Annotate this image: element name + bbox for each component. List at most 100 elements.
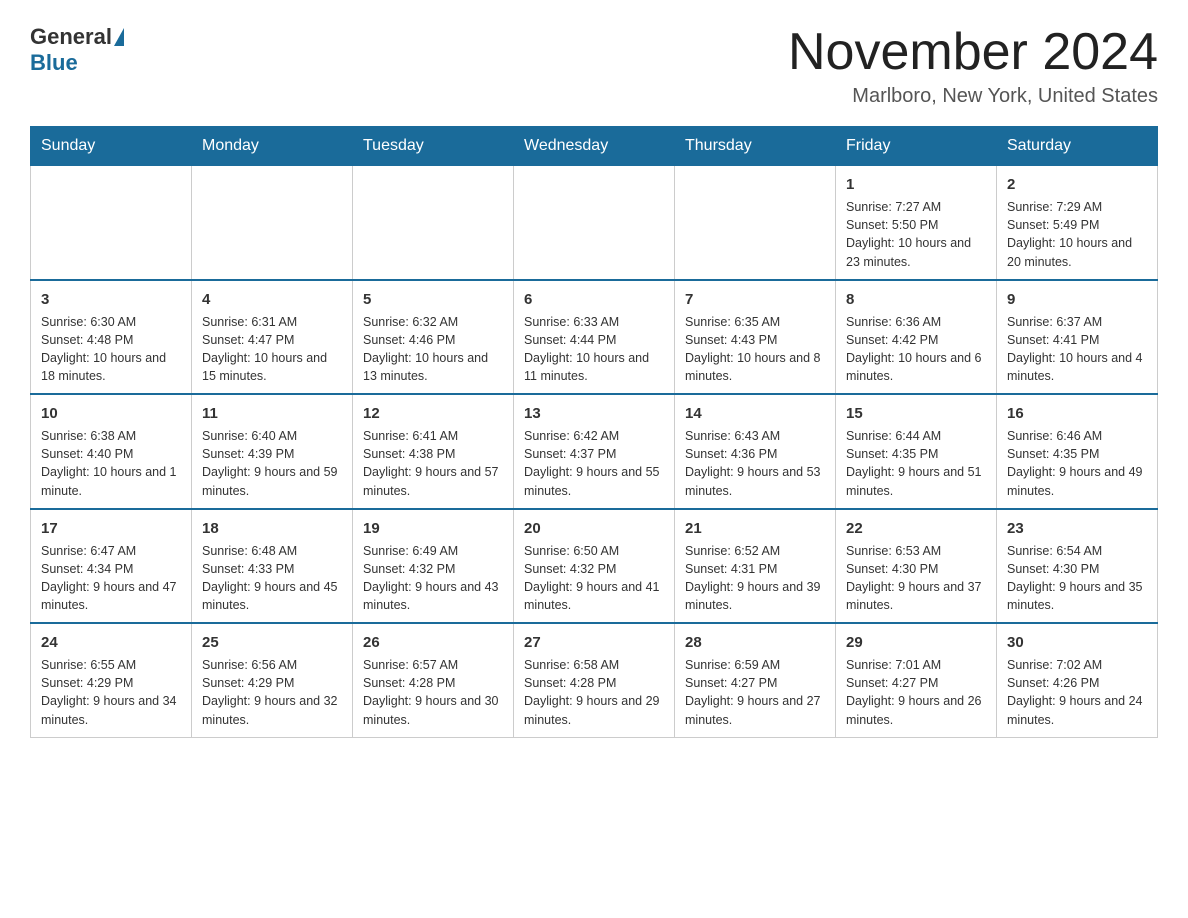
day-number: 7 [685, 289, 825, 310]
calendar-cell: 13 Sunrise: 6:42 AM Sunset: 4:37 PM Dayli… [514, 394, 675, 509]
day-info: Sunrise: 6:35 AM Sunset: 4:43 PM Dayligh… [685, 313, 825, 386]
day-number: 22 [846, 518, 986, 539]
day-info: Sunrise: 6:54 AM Sunset: 4:30 PM Dayligh… [1007, 542, 1147, 615]
calendar-cell: 20 Sunrise: 6:50 AM Sunset: 4:32 PM Dayli… [514, 509, 675, 624]
weekday-header-saturday: Saturday [997, 127, 1158, 166]
day-number: 17 [41, 518, 181, 539]
day-info: Sunrise: 7:27 AM Sunset: 5:50 PM Dayligh… [846, 198, 986, 271]
day-number: 1 [846, 174, 986, 195]
calendar-cell: 18Sunrise: 6:48 AM Sunset: 4:33 PM Dayli… [192, 509, 353, 624]
calendar-cell: 17 Sunrise: 6:47 AM Sunset: 4:34 PM Dayli… [31, 509, 192, 624]
day-number: 18 [202, 518, 342, 539]
weekday-header-tuesday: Tuesday [353, 127, 514, 166]
day-info: Sunrise: 6:41 AM Sunset: 4:38 PM Dayligh… [363, 427, 503, 500]
calendar-cell: 16 Sunrise: 6:46 AM Sunset: 4:35 PM Dayli… [997, 394, 1158, 509]
calendar-cell: 12 Sunrise: 6:41 AM Sunset: 4:38 PM Dayli… [353, 394, 514, 509]
day-number: 26 [363, 632, 503, 653]
calendar-cell: 14 Sunrise: 6:43 AM Sunset: 4:36 PM Dayli… [675, 394, 836, 509]
day-info: Sunrise: 6:32 AM Sunset: 4:46 PM Dayligh… [363, 313, 503, 386]
day-number: 12 [363, 403, 503, 424]
day-number: 13 [524, 403, 664, 424]
calendar-cell: 28 Sunrise: 6:59 AM Sunset: 4:27 PM Dayli… [675, 623, 836, 737]
day-info: Sunrise: 6:58 AM Sunset: 4:28 PM Dayligh… [524, 656, 664, 729]
day-number: 16 [1007, 403, 1147, 424]
calendar-cell: 2 Sunrise: 7:29 AM Sunset: 5:49 PM Daylig… [997, 166, 1158, 280]
weekday-header-wednesday: Wednesday [514, 127, 675, 166]
day-info: Sunrise: 7:29 AM Sunset: 5:49 PM Dayligh… [1007, 198, 1147, 271]
calendar-cell [192, 166, 353, 280]
calendar-week-1: 1 Sunrise: 7:27 AM Sunset: 5:50 PM Daylig… [31, 166, 1158, 280]
calendar-cell: 24Sunrise: 6:55 AM Sunset: 4:29 PM Dayli… [31, 623, 192, 737]
day-number: 2 [1007, 174, 1147, 195]
calendar-cell: 3 Sunrise: 6:30 AM Sunset: 4:48 PM Daylig… [31, 280, 192, 395]
day-number: 14 [685, 403, 825, 424]
day-number: 8 [846, 289, 986, 310]
weekday-header-monday: Monday [192, 127, 353, 166]
day-info: Sunrise: 6:31 AM Sunset: 4:47 PM Dayligh… [202, 313, 342, 386]
calendar-cell: 22Sunrise: 6:53 AM Sunset: 4:30 PM Dayli… [836, 509, 997, 624]
day-info: Sunrise: 6:44 AM Sunset: 4:35 PM Dayligh… [846, 427, 986, 500]
logo: General Blue [30, 24, 126, 76]
day-info: Sunrise: 6:50 AM Sunset: 4:32 PM Dayligh… [524, 542, 664, 615]
calendar-subtitle: Marlboro, New York, United States [788, 85, 1158, 108]
day-number: 29 [846, 632, 986, 653]
day-number: 20 [524, 518, 664, 539]
calendar-cell: 21 Sunrise: 6:52 AM Sunset: 4:31 PM Dayli… [675, 509, 836, 624]
logo-general-text: General [30, 24, 112, 50]
calendar-cell: 8 Sunrise: 6:36 AM Sunset: 4:42 PM Daylig… [836, 280, 997, 395]
calendar-cell [353, 166, 514, 280]
day-info: Sunrise: 6:40 AM Sunset: 4:39 PM Dayligh… [202, 427, 342, 500]
day-number: 6 [524, 289, 664, 310]
day-info: Sunrise: 6:59 AM Sunset: 4:27 PM Dayligh… [685, 656, 825, 729]
calendar-cell: 15 Sunrise: 6:44 AM Sunset: 4:35 PM Dayli… [836, 394, 997, 509]
weekday-header-row: SundayMondayTuesdayWednesdayThursdayFrid… [31, 127, 1158, 166]
day-info: Sunrise: 6:38 AM Sunset: 4:40 PM Dayligh… [41, 427, 181, 500]
day-info: Sunrise: 6:30 AM Sunset: 4:48 PM Dayligh… [41, 313, 181, 386]
day-info: Sunrise: 6:33 AM Sunset: 4:44 PM Dayligh… [524, 313, 664, 386]
weekday-header-friday: Friday [836, 127, 997, 166]
day-info: Sunrise: 6:43 AM Sunset: 4:36 PM Dayligh… [685, 427, 825, 500]
day-info: Sunrise: 7:02 AM Sunset: 4:26 PM Dayligh… [1007, 656, 1147, 729]
day-info: Sunrise: 6:36 AM Sunset: 4:42 PM Dayligh… [846, 313, 986, 386]
day-number: 10 [41, 403, 181, 424]
calendar-cell: 5Sunrise: 6:32 AM Sunset: 4:46 PM Daylig… [353, 280, 514, 395]
day-info: Sunrise: 7:01 AM Sunset: 4:27 PM Dayligh… [846, 656, 986, 729]
calendar-cell: 11 Sunrise: 6:40 AM Sunset: 4:39 PM Dayli… [192, 394, 353, 509]
day-info: Sunrise: 6:46 AM Sunset: 4:35 PM Dayligh… [1007, 427, 1147, 500]
day-number: 3 [41, 289, 181, 310]
logo-triangle-icon [114, 28, 124, 46]
calendar-cell: 6 Sunrise: 6:33 AM Sunset: 4:44 PM Daylig… [514, 280, 675, 395]
day-number: 21 [685, 518, 825, 539]
calendar-week-3: 10 Sunrise: 6:38 AM Sunset: 4:40 PM Dayli… [31, 394, 1158, 509]
day-info: Sunrise: 6:56 AM Sunset: 4:29 PM Dayligh… [202, 656, 342, 729]
day-number: 25 [202, 632, 342, 653]
calendar-cell: 7 Sunrise: 6:35 AM Sunset: 4:43 PM Daylig… [675, 280, 836, 395]
calendar-title: November 2024 [788, 24, 1158, 81]
calendar-week-5: 24Sunrise: 6:55 AM Sunset: 4:29 PM Dayli… [31, 623, 1158, 737]
day-number: 28 [685, 632, 825, 653]
day-info: Sunrise: 6:57 AM Sunset: 4:28 PM Dayligh… [363, 656, 503, 729]
page-header: General Blue November 2024 Marlboro, New… [30, 24, 1158, 108]
weekday-header-thursday: Thursday [675, 127, 836, 166]
calendar-cell: 9Sunrise: 6:37 AM Sunset: 4:41 PM Daylig… [997, 280, 1158, 395]
calendar-cell: 19Sunrise: 6:49 AM Sunset: 4:32 PM Dayli… [353, 509, 514, 624]
day-number: 15 [846, 403, 986, 424]
calendar-cell: 23 Sunrise: 6:54 AM Sunset: 4:30 PM Dayli… [997, 509, 1158, 624]
day-number: 19 [363, 518, 503, 539]
calendar-cell: 10 Sunrise: 6:38 AM Sunset: 4:40 PM Dayli… [31, 394, 192, 509]
day-number: 30 [1007, 632, 1147, 653]
day-info: Sunrise: 6:52 AM Sunset: 4:31 PM Dayligh… [685, 542, 825, 615]
day-info: Sunrise: 6:42 AM Sunset: 4:37 PM Dayligh… [524, 427, 664, 500]
calendar-week-2: 3 Sunrise: 6:30 AM Sunset: 4:48 PM Daylig… [31, 280, 1158, 395]
day-number: 11 [202, 403, 342, 424]
calendar-cell: 25 Sunrise: 6:56 AM Sunset: 4:29 PM Dayli… [192, 623, 353, 737]
calendar-cell: 1 Sunrise: 7:27 AM Sunset: 5:50 PM Daylig… [836, 166, 997, 280]
calendar-cell [31, 166, 192, 280]
day-number: 27 [524, 632, 664, 653]
calendar-cell: 27 Sunrise: 6:58 AM Sunset: 4:28 PM Dayli… [514, 623, 675, 737]
day-info: Sunrise: 6:47 AM Sunset: 4:34 PM Dayligh… [41, 542, 181, 615]
day-number: 24 [41, 632, 181, 653]
day-number: 23 [1007, 518, 1147, 539]
calendar-week-4: 17 Sunrise: 6:47 AM Sunset: 4:34 PM Dayli… [31, 509, 1158, 624]
calendar-cell: 30 Sunrise: 7:02 AM Sunset: 4:26 PM Dayli… [997, 623, 1158, 737]
